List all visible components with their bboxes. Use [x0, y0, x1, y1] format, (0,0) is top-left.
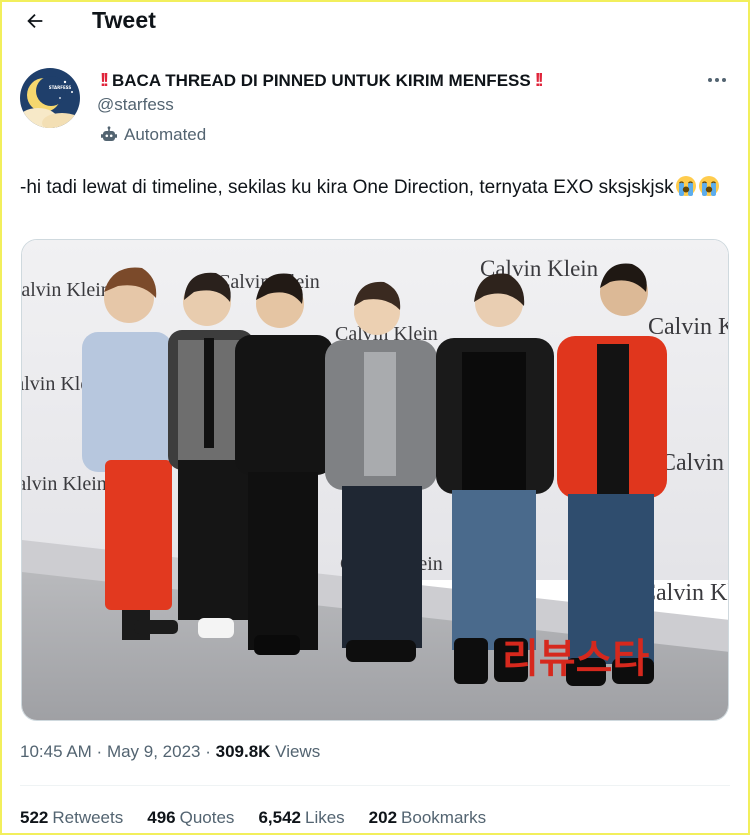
- double-exclamation-icon: !!: [100, 70, 109, 90]
- svg-text:Calvin Klein: Calvin Klein: [648, 314, 729, 340]
- automated-label: Automated: [124, 125, 207, 144]
- svg-text:Calvin Klein: Calvin Klein: [660, 450, 729, 476]
- page-title: Tweet: [92, 7, 156, 33]
- views-label: Views: [275, 742, 321, 761]
- divider: [20, 785, 730, 786]
- robot-icon: [101, 126, 117, 141]
- views-count: 309.8K: [215, 742, 271, 761]
- retweets-stat[interactable]: 522 Retweets: [20, 808, 123, 828]
- tweet-text: -hi tadi lewat di timeline, sekilas ku k…: [20, 175, 720, 201]
- avatar[interactable]: STARFESS: [20, 68, 80, 128]
- loudly-crying-face-icon: [675, 176, 696, 196]
- more-options-button[interactable]: [704, 70, 730, 90]
- author-handle[interactable]: @starfess: [97, 95, 174, 115]
- bookmarks-stat[interactable]: 202 Bookmarks: [369, 808, 486, 828]
- tweet-date[interactable]: May 9, 2023: [107, 742, 201, 761]
- author-name-text: BACA THREAD DI PINNED UNTUK KIRIM MENFES…: [112, 70, 531, 90]
- tweet-time[interactable]: 10:45 AM: [20, 742, 92, 761]
- automated-badge: Automated: [100, 125, 206, 145]
- arrow-left-icon: [27, 13, 43, 29]
- loudly-crying-face-icon: [698, 176, 719, 196]
- author-name[interactable]: !! BACA THREAD DI PINNED UNTUK KIRIM MEN…: [100, 70, 544, 91]
- photo-watermark: 리뷰스타: [502, 636, 649, 682]
- tweet-meta: 10:45 AM · May 9, 2023 · 309.8K Views: [20, 742, 321, 761]
- quotes-stat[interactable]: 496 Quotes: [147, 808, 234, 828]
- tweet-photo[interactable]: Calvin Klein Calvin Klein Calvin Klein C…: [21, 239, 729, 721]
- engagement-stats: 522 Retweets 496 Quotes 6,542 Likes 202 Book…: [20, 808, 486, 828]
- double-exclamation-icon: !!: [534, 70, 544, 90]
- likes-stat[interactable]: 6,542 Likes: [258, 808, 344, 828]
- svg-text:Calvin Klein: Calvin Klein: [22, 279, 111, 301]
- group-photo: Calvin Klein Calvin Klein Calvin Klein C…: [22, 240, 729, 720]
- back-button[interactable]: [20, 6, 50, 36]
- more-horizontal-icon: [708, 78, 726, 82]
- svg-text:STARFESS: STARFESS: [49, 85, 72, 90]
- top-bar: Tweet: [0, 0, 750, 42]
- tweet-body: -hi tadi lewat di timeline, sekilas ku k…: [20, 177, 674, 198]
- svg-text:Calvin Klein: Calvin Klein: [22, 473, 107, 495]
